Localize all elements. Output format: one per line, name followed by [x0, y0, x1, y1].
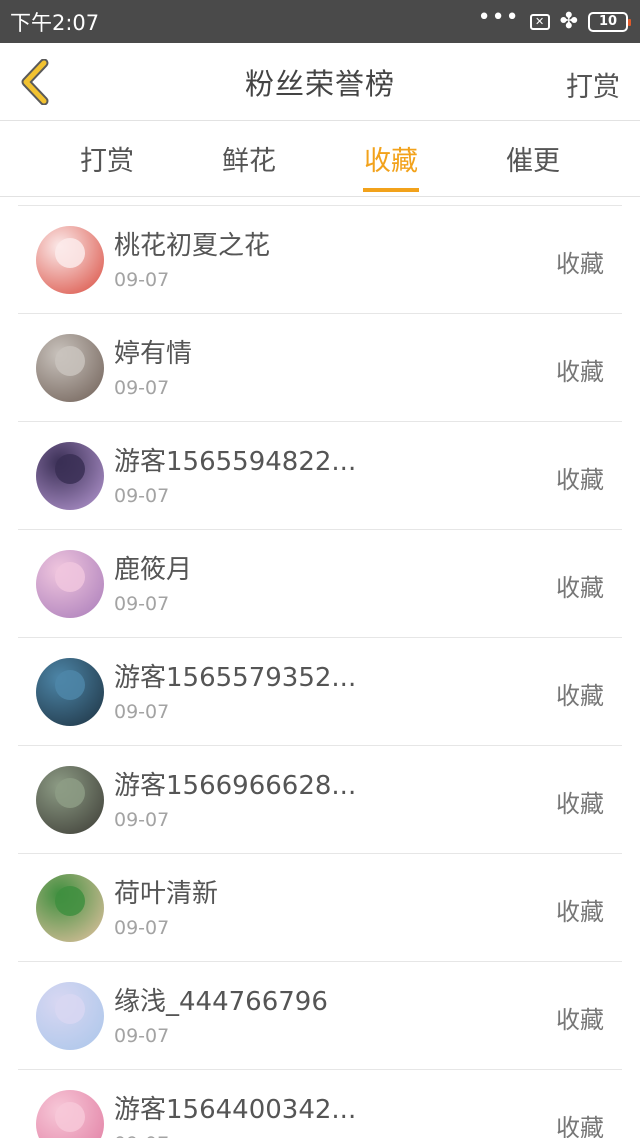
- avatar: [36, 225, 104, 294]
- status-time: 下午2:07: [10, 10, 100, 35]
- user-name: 游客1564400342...: [114, 1094, 357, 1125]
- tab-urge-update[interactable]: 催更: [462, 121, 604, 196]
- user-date: 09-07: [114, 808, 170, 831]
- user-name: 游客1565594822...: [114, 446, 357, 477]
- user-date: 09-07: [114, 484, 170, 507]
- action-label: 收藏: [556, 1114, 604, 1138]
- avatar: [36, 549, 104, 618]
- user-date: 09-07: [114, 376, 170, 399]
- avatar: [36, 981, 104, 1050]
- user-name: 游客1565579352...: [114, 662, 357, 693]
- user-date: 09-07: [114, 700, 170, 723]
- more-dots-icon: •••: [477, 5, 520, 30]
- avatar: [36, 1089, 104, 1138]
- sim-card-icon: ✕: [529, 13, 550, 30]
- list-item[interactable]: 桃花初夏之花 09-07 收藏: [18, 205, 622, 313]
- status-icons: ••• ✕ ✤ 10: [478, 5, 631, 34]
- list-item[interactable]: 游客1566966628... 09-07 收藏: [18, 745, 622, 853]
- action-label: 收藏: [556, 790, 604, 818]
- tip-button[interactable]: 打赏: [566, 65, 620, 104]
- avatar: [36, 441, 104, 510]
- user-date: 09-07: [114, 1133, 622, 1138]
- avatar: [36, 765, 104, 834]
- action-label: 收藏: [556, 1006, 604, 1034]
- list-item[interactable]: 游客1565594822... 09-07 收藏: [18, 421, 622, 529]
- clover-icon: ✤: [559, 8, 578, 34]
- chevron-left-icon: [21, 59, 49, 105]
- list-item[interactable]: 游客1565579352... 09-07 收藏: [18, 637, 622, 745]
- action-label: 收藏: [556, 574, 604, 602]
- back-button[interactable]: [14, 57, 54, 107]
- page-title: 粉丝荣誉榜: [244, 66, 395, 101]
- tab-bar: 打赏 鲜花 收藏 催更: [0, 121, 640, 197]
- user-date: 09-07: [114, 268, 170, 291]
- list-item[interactable]: 荷叶清新 09-07 收藏: [18, 853, 622, 961]
- user-name: 鹿筱月: [114, 554, 193, 585]
- action-label: 收藏: [556, 682, 604, 710]
- action-label: 收藏: [556, 898, 604, 926]
- list-item[interactable]: 鹿筱月 09-07 收藏: [18, 529, 622, 637]
- avatar: [36, 333, 104, 402]
- action-label: 收藏: [556, 250, 604, 278]
- action-label: 收藏: [556, 466, 604, 494]
- user-name: 婷有情: [114, 338, 193, 369]
- status-bar: 下午2:07 ••• ✕ ✤ 10: [0, 0, 640, 43]
- user-date: 09-07: [114, 592, 170, 615]
- fan-list: 桃花初夏之花 09-07 收藏 婷有情 09-07 收藏 游客156559482…: [0, 197, 640, 1138]
- user-name: 缘浅_444766796: [114, 986, 328, 1017]
- battery-level: 10: [598, 14, 618, 29]
- battery-icon: 10: [588, 11, 631, 32]
- list-item[interactable]: 婷有情 09-07 收藏: [18, 313, 622, 421]
- user-name: 桃花初夏之花: [114, 230, 271, 261]
- user-date: 09-07: [114, 916, 170, 939]
- list-item[interactable]: 缘浅_444766796 09-07 收藏: [18, 961, 622, 1069]
- list-item[interactable]: 游客1564400342... 09-07 收藏: [18, 1069, 622, 1138]
- tab-favorites[interactable]: 收藏: [320, 121, 462, 196]
- action-label: 收藏: [556, 358, 604, 386]
- avatar: [36, 657, 104, 726]
- tab-flowers[interactable]: 鲜花: [178, 121, 320, 196]
- header: 粉丝荣誉榜 打赏: [0, 43, 640, 121]
- user-name: 荷叶清新: [114, 878, 219, 909]
- avatar: [36, 873, 104, 942]
- user-date: 09-07: [114, 1024, 170, 1047]
- user-name: 游客1566966628...: [114, 770, 357, 801]
- tab-tip[interactable]: 打赏: [36, 121, 178, 196]
